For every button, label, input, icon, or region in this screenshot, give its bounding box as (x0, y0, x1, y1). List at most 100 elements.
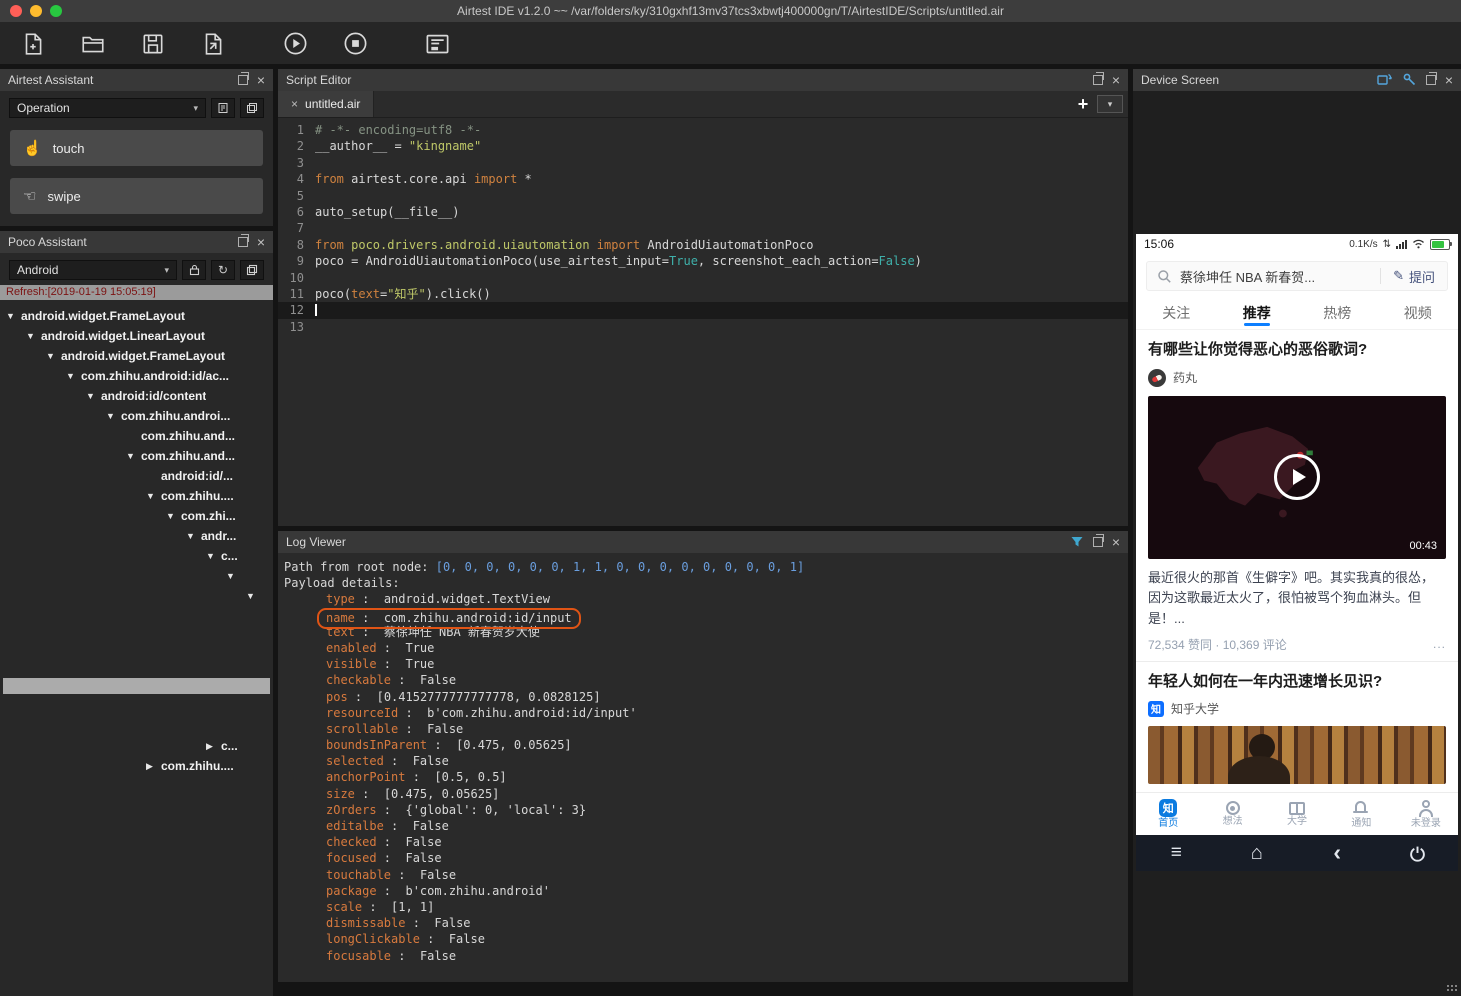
avatar[interactable] (1148, 368, 1166, 387)
nav-item-未登录[interactable]: 未登录 (1394, 793, 1458, 835)
run-script-button[interactable] (278, 27, 312, 61)
code-line[interactable]: 3 (278, 155, 1128, 171)
save-script-button[interactable] (136, 27, 170, 61)
chevron-down-icon[interactable]: ▼ (146, 491, 161, 501)
filter-log-button[interactable] (1070, 535, 1084, 549)
nav-item-首页[interactable]: 知首页 (1136, 793, 1200, 835)
touch-button[interactable]: ☝ touch (10, 130, 263, 166)
code-line[interactable]: 9 poco = AndroidUiautomationPoco(use_airt… (278, 253, 1128, 269)
save-as-button[interactable] (196, 27, 230, 61)
code-line[interactable]: 6 auto_setup(__file__) (278, 204, 1128, 220)
home-button[interactable]: ⌂ (1217, 841, 1298, 866)
window-resize-grip[interactable] (1446, 984, 1458, 993)
minimize-window-button[interactable] (30, 5, 42, 17)
float-panel-icon[interactable] (1425, 72, 1437, 85)
code-line[interactable]: 1 # -*- encoding=utf8 -*- (278, 122, 1128, 138)
power-button[interactable] (1378, 844, 1459, 863)
zhihu-university-logo[interactable]: 知 (1148, 700, 1164, 717)
tab-推荐[interactable]: 推荐 (1217, 297, 1298, 329)
tree-node[interactable]: android:id/... (0, 466, 273, 486)
tree-node[interactable]: ▶ com.zhihu.... (0, 756, 273, 776)
tree-node[interactable]: ▼ com.zhihu.android:id/ac... (0, 366, 273, 386)
device-phone-screen[interactable]: 15:06 0.1K/s ⇅ 蔡徐坤任 NBA 新春贺... ✎ 提问 关注 推… (1136, 234, 1459, 872)
code-line[interactable]: 4 from airtest.core.api import * (278, 171, 1128, 187)
rotate-screen-button[interactable] (1376, 71, 1392, 90)
chevron-down-icon[interactable]: ▼ (66, 371, 81, 381)
chevron-down-icon[interactable]: ▼ (166, 511, 181, 521)
close-panel-icon[interactable]: × (257, 235, 265, 249)
nav-item-想法[interactable]: 想法 (1200, 793, 1264, 835)
code-line[interactable]: 8 from poco.drivers.android.uiautomation … (278, 237, 1128, 253)
device-tools-button[interactable] (1401, 71, 1417, 90)
poco-hierarchy-tree[interactable]: ▼ android.widget.FrameLayout ▼ android.widg… (0, 300, 273, 996)
nav-item-大学[interactable]: 大学 (1265, 793, 1329, 835)
tree-node[interactable]: com.zhihu.and... (0, 426, 273, 446)
chevron-down-icon[interactable]: ▼ (106, 411, 121, 421)
refresh-tree-button[interactable]: ↻ (211, 260, 235, 280)
new-script-button[interactable] (16, 27, 50, 61)
tab-关注[interactable]: 关注 (1136, 297, 1217, 329)
chevron-down-icon[interactable]: ▼ (206, 551, 221, 561)
author-row[interactable]: 药丸 (1148, 368, 1446, 387)
chevron-down-icon[interactable]: ▼ (226, 571, 241, 581)
window-controls[interactable] (10, 5, 62, 17)
tab-热榜[interactable]: 热榜 (1297, 297, 1378, 329)
close-panel-icon[interactable]: × (1445, 73, 1453, 87)
chevron-down-icon[interactable]: ▼ (6, 311, 21, 321)
code-editor[interactable]: 1 # -*- encoding=utf8 -*- 2 __author__ = "k… (278, 118, 1128, 526)
copy-node-button[interactable] (240, 260, 264, 280)
answer-excerpt[interactable]: 最近很火的那首《生僻字》吧。其实我真的很怂，因为这歌最近太火了，很怕被骂个狗血淋… (1148, 568, 1446, 630)
tree-node[interactable]: ▼ android.widget.FrameLayout (0, 306, 273, 326)
tree-node[interactable]: ▼ android:id/content (0, 386, 273, 406)
tree-node[interactable]: ▼ com.zhi... (0, 506, 273, 526)
tree-node[interactable]: ▼ android.widget.FrameLayout (0, 346, 273, 366)
ask-question-button[interactable]: ✎ 提问 (1381, 267, 1447, 286)
feed-item[interactable]: 有哪些让你觉得恶心的恶俗歌词? 药丸 00:43 最近很火的那首《生僻字》吧。其… (1136, 330, 1458, 661)
insert-code-button[interactable] (211, 98, 235, 118)
chevron-right-icon[interactable]: ▶ (206, 741, 221, 752)
tab-untitled-air[interactable]: × untitled.air (278, 91, 375, 117)
tree-node[interactable]: ▼ (0, 586, 273, 606)
tree-node[interactable]: ▶ c... (0, 736, 273, 756)
stop-script-button[interactable] (338, 27, 372, 61)
float-panel-icon[interactable] (1092, 534, 1104, 547)
code-line[interactable]: 5 (278, 188, 1128, 204)
tree-node[interactable]: ▼ (0, 566, 273, 586)
chevron-down-icon[interactable]: ▼ (46, 351, 61, 361)
view-log-button[interactable] (420, 27, 454, 61)
tree-node[interactable]: ▼ com.zhihu.androi... (0, 406, 273, 426)
play-button[interactable] (1274, 454, 1320, 500)
close-panel-icon[interactable]: × (1112, 73, 1120, 87)
code-line[interactable]: 2 __author__ = "kingname" (278, 138, 1128, 154)
tree-node[interactable]: ▼ android.widget.LinearLayout (0, 326, 273, 346)
record-button[interactable] (240, 98, 264, 118)
operation-mode-select[interactable]: Operation ▾ (9, 98, 206, 118)
search-input[interactable]: 蔡徐坤任 NBA 新春贺... ✎ 提问 (1146, 261, 1448, 291)
code-line[interactable]: 10 (278, 270, 1128, 286)
search-query[interactable]: 蔡徐坤任 NBA 新春贺... (1180, 267, 1380, 286)
close-tab-icon[interactable]: × (291, 97, 298, 111)
float-panel-icon[interactable] (1092, 72, 1104, 85)
tree-node[interactable]: ▼ com.zhihu.and... (0, 446, 273, 466)
nav-item-通知[interactable]: 通知 (1329, 793, 1393, 835)
close-panel-icon[interactable]: × (257, 73, 265, 87)
code-line[interactable]: 12 (278, 302, 1128, 319)
author-name[interactable]: 药丸 (1173, 369, 1197, 386)
author-name[interactable]: 知乎大学 (1171, 700, 1219, 717)
tree-node[interactable]: ▼ c... (0, 546, 273, 566)
float-panel-icon[interactable] (237, 72, 249, 85)
tree-node[interactable]: ▼ andr... (0, 526, 273, 546)
author-row[interactable]: 知 知乎大学 (1148, 700, 1446, 717)
more-icon[interactable]: ... (1433, 637, 1446, 651)
lock-button[interactable] (182, 260, 206, 280)
back-button[interactable]: ‹ (1297, 838, 1378, 869)
new-tab-button[interactable]: + (1069, 91, 1097, 117)
feed-item[interactable]: 年轻人如何在一年内迅速增长见识? 知 知乎大学 (1136, 661, 1458, 793)
question-title[interactable]: 有哪些让你觉得恶心的恶俗歌词? (1148, 340, 1446, 360)
code-line[interactable]: 13 (278, 319, 1128, 335)
swipe-button[interactable]: ☜ swipe (10, 178, 263, 214)
zoom-window-button[interactable] (50, 5, 62, 17)
code-line[interactable]: 11 poco(text="知乎").click() (278, 286, 1128, 302)
float-panel-icon[interactable] (237, 234, 249, 247)
chevron-down-icon[interactable]: ▼ (246, 591, 261, 601)
